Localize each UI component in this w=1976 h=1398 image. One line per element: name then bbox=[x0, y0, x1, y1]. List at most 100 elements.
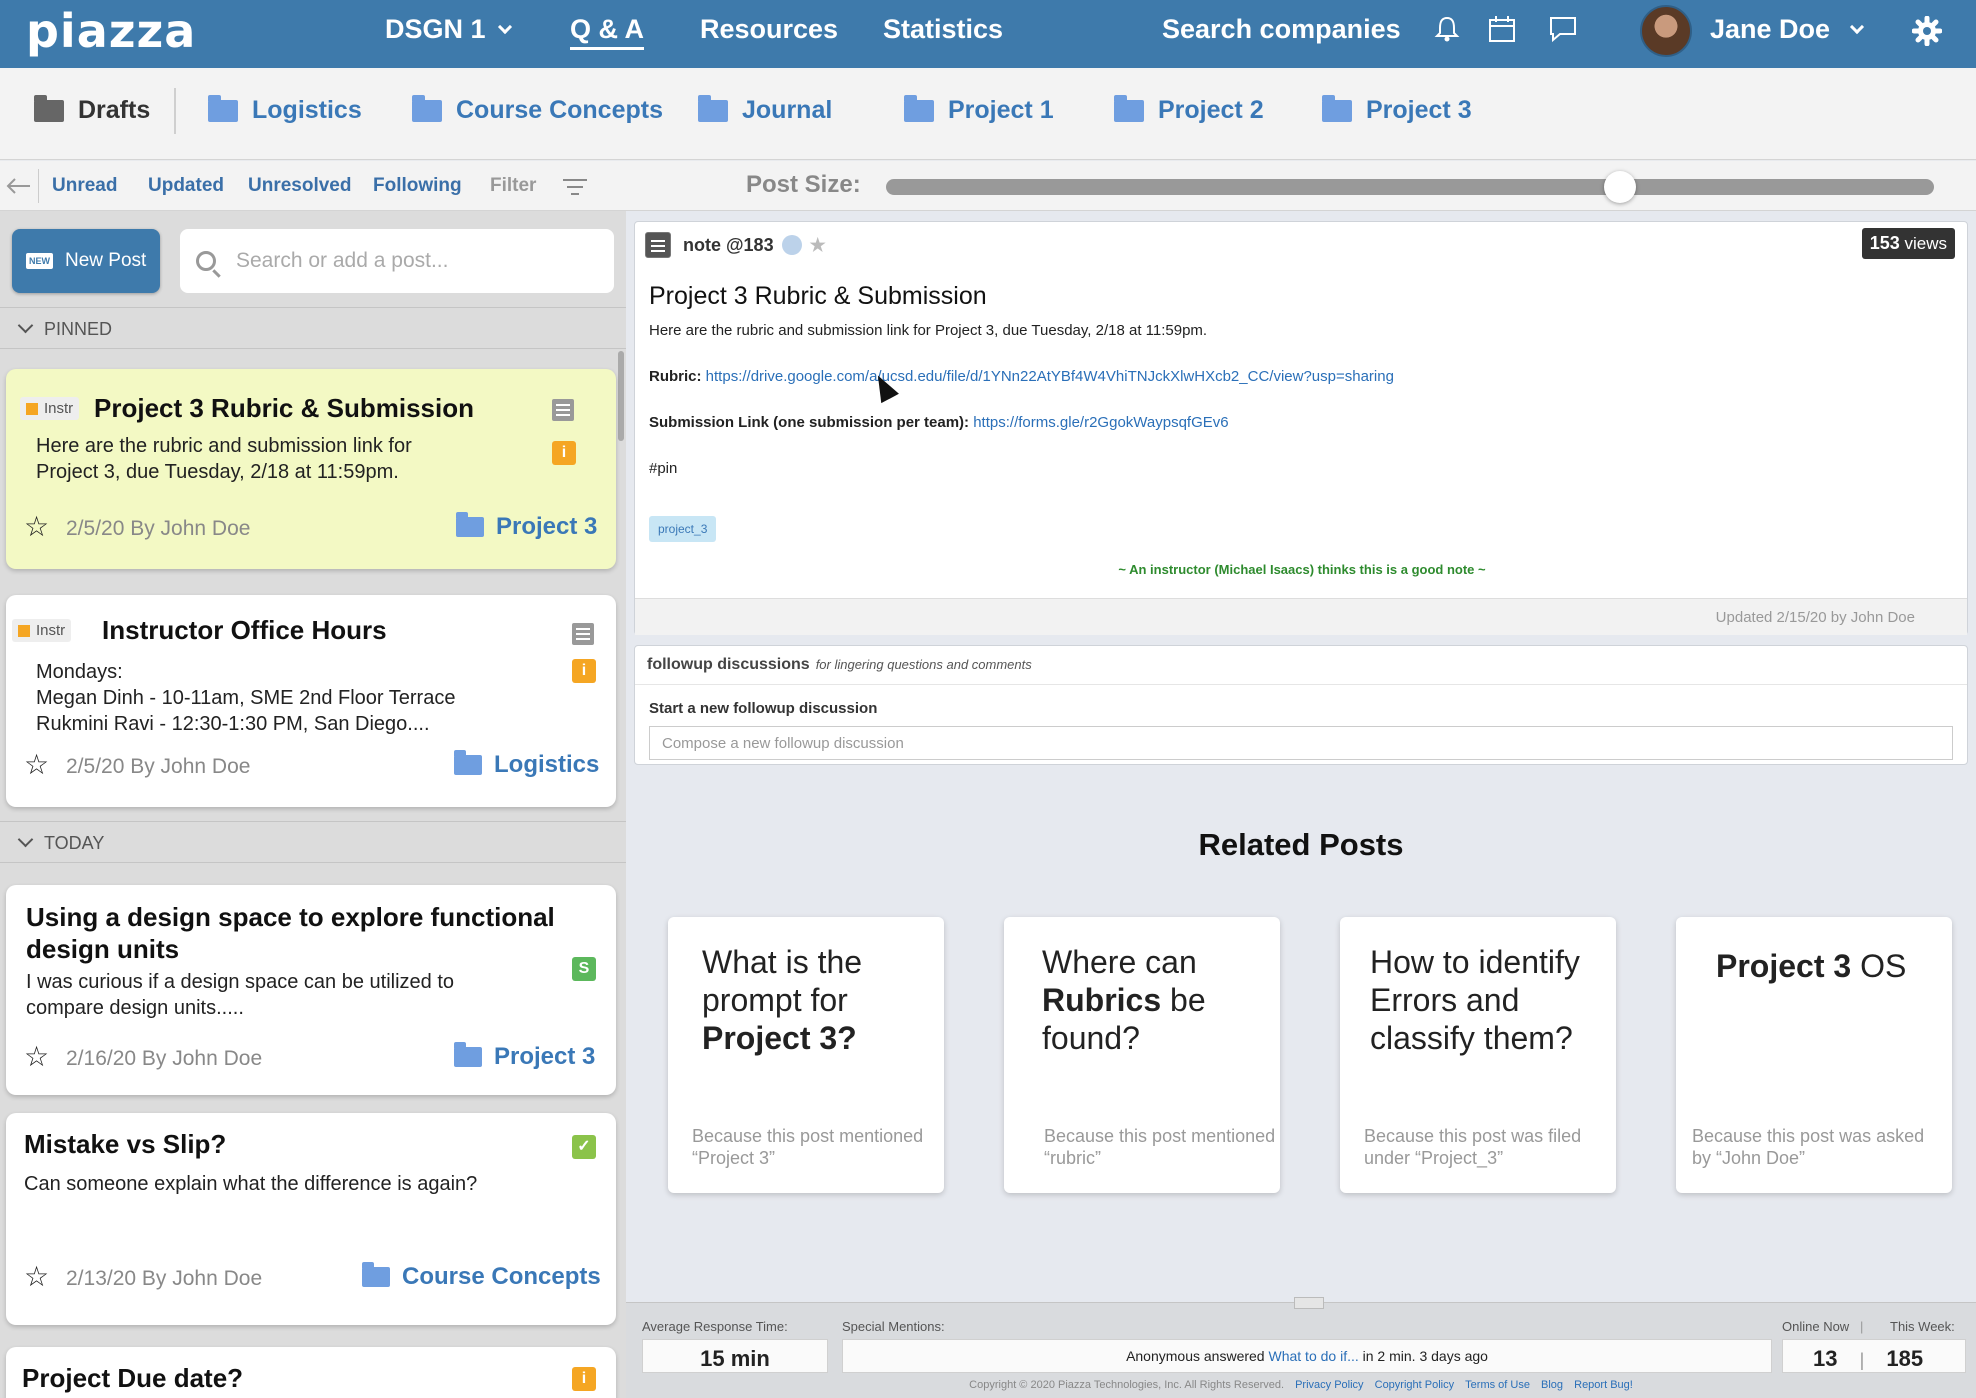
followup-title: followup discussions bbox=[647, 656, 810, 673]
instructor-badge: Instr bbox=[12, 619, 72, 642]
filter-following[interactable]: Following bbox=[373, 175, 462, 197]
folder-tag[interactable]: Logistics bbox=[454, 750, 599, 779]
course-selector[interactable]: DSGN 1 bbox=[385, 14, 512, 45]
q-bold: Rubrics bbox=[1042, 982, 1162, 1018]
q-bold: Project 3 bbox=[1716, 948, 1852, 984]
post-title: Mistake vs Slip? bbox=[24, 1129, 227, 1159]
filter-icon[interactable] bbox=[562, 177, 588, 197]
search-icon bbox=[196, 251, 216, 271]
slider-handle[interactable] bbox=[1603, 171, 1636, 203]
folder-project-3[interactable]: Project 3 bbox=[1322, 94, 1472, 125]
snippet-line: Here are the rubric and submission link … bbox=[36, 435, 412, 457]
section-pinned[interactable]: PINNED bbox=[0, 307, 626, 349]
calendar-icon[interactable] bbox=[1487, 14, 1517, 44]
related-post-card[interactable]: What is the prompt for Project 3? Becaus… bbox=[668, 917, 944, 1193]
online-stats: 13 | 185 bbox=[1782, 1339, 1966, 1373]
folder-icon bbox=[1114, 94, 1144, 122]
folder-tag[interactable]: Course Concepts bbox=[362, 1262, 601, 1291]
folder-journal[interactable]: Journal bbox=[698, 94, 833, 125]
submission-line: Submission Link (one submission per team… bbox=[649, 414, 1229, 431]
search-input[interactable]: Search or add a post... bbox=[180, 229, 614, 293]
post-snippet: Can someone explain what the difference … bbox=[24, 1173, 478, 1195]
post-card[interactable]: Using a design space to explore function… bbox=[6, 885, 616, 1095]
avatar[interactable] bbox=[1640, 5, 1692, 57]
nav-statistics[interactable]: Statistics bbox=[883, 14, 1003, 45]
note-header: note @183 ★ bbox=[645, 232, 826, 258]
related-post-card[interactable]: How to identify Errors and classify them… bbox=[1340, 917, 1616, 1193]
folder-label: Logistics bbox=[252, 96, 362, 124]
rubric-link[interactable]: https://drive.google.com/a/ucsd.edu/file… bbox=[706, 368, 1394, 385]
star-icon[interactable]: ★ bbox=[810, 235, 826, 256]
star-icon[interactable]: ☆ bbox=[24, 751, 49, 779]
submission-link[interactable]: https://forms.gle/r2GgokWaypsqfGEv6 bbox=[973, 414, 1228, 431]
avg-response-label: Average Response Time: bbox=[642, 1319, 788, 1334]
folder-drafts[interactable]: Drafts bbox=[34, 94, 150, 125]
bell-icon[interactable] bbox=[1432, 14, 1462, 44]
folder-course-concepts[interactable]: Course Concepts bbox=[412, 94, 663, 125]
report-bug-link[interactable]: Report Bug! bbox=[1574, 1379, 1633, 1391]
privacy-policy-link[interactable]: Privacy Policy bbox=[1295, 1379, 1363, 1391]
folder-logistics[interactable]: Logistics bbox=[208, 94, 362, 125]
note-intro: Here are the rubric and submission link … bbox=[649, 322, 1208, 339]
related-post-card[interactable]: Project 3 OS Because this post was asked… bbox=[1676, 917, 1952, 1193]
gear-icon[interactable] bbox=[1912, 16, 1942, 46]
folder-project-2[interactable]: Project 2 bbox=[1114, 94, 1264, 125]
mention-link[interactable]: What to do if... bbox=[1268, 1348, 1358, 1364]
copyright-policy-link[interactable]: Copyright Policy bbox=[1375, 1379, 1454, 1391]
note-box: note @183 ★ 153 views Project 3 Rubric &… bbox=[634, 221, 1968, 635]
this-week-label: This Week: bbox=[1890, 1319, 1955, 1334]
tag-chip[interactable]: project_3 bbox=[649, 516, 717, 542]
folder-label: Course Concepts bbox=[402, 1263, 601, 1290]
related-posts-title: Related Posts bbox=[1198, 827, 1404, 862]
post-title: Project 3 Rubric & Submission bbox=[94, 393, 474, 423]
star-icon[interactable]: ☆ bbox=[24, 1263, 49, 1291]
post-card[interactable]: Instr Instructor Office Hours i Mondays:… bbox=[6, 595, 616, 807]
mention-text: in 2 min. 3 days ago bbox=[1362, 1348, 1488, 1364]
star-icon[interactable]: ☆ bbox=[24, 1043, 49, 1071]
star-icon[interactable]: ☆ bbox=[24, 513, 49, 541]
piazza-logo[interactable]: piazza bbox=[26, 4, 196, 58]
new-post-button[interactable]: NEW New Post bbox=[12, 229, 160, 293]
folder-icon bbox=[698, 94, 728, 122]
rubric-label: Rubric: bbox=[649, 368, 702, 385]
section-today[interactable]: TODAY bbox=[0, 821, 626, 863]
filter-unread[interactable]: Unread bbox=[52, 175, 117, 197]
post-size-slider[interactable] bbox=[886, 171, 1934, 203]
note-label: note @183 bbox=[683, 234, 774, 255]
folder-icon bbox=[208, 94, 238, 122]
folder-tag[interactable]: Project 3 bbox=[454, 1042, 596, 1071]
watch-icon[interactable] bbox=[781, 235, 802, 255]
user-menu[interactable]: Jane Doe bbox=[1710, 14, 1865, 45]
folder-tag[interactable]: Project 3 bbox=[456, 512, 597, 541]
scrollbar[interactable] bbox=[618, 351, 624, 441]
q-bold: Project 3? bbox=[702, 1020, 857, 1056]
related-reason: Because this post mentioned “Project 3” bbox=[692, 1126, 924, 1168]
post-feed: NEW New Post Search or add a post... PINN… bbox=[0, 211, 626, 1398]
followup-input[interactable]: Compose a new followup discussion bbox=[649, 726, 1953, 760]
collapse-arrow-icon[interactable] bbox=[6, 175, 32, 197]
post-card[interactable]: Project Due date? i bbox=[6, 1347, 616, 1398]
post-snippet: Here are the rubric and submission link … bbox=[36, 433, 412, 485]
folder-label: Project 3 bbox=[494, 1043, 596, 1070]
special-mention: Anonymous answered What to do if... in 2… bbox=[842, 1339, 1772, 1373]
terms-link[interactable]: Terms of Use bbox=[1465, 1379, 1530, 1391]
new-post-label: New Post bbox=[65, 250, 147, 271]
special-mentions-label: Special Mentions: bbox=[842, 1319, 945, 1334]
post-card[interactable]: Instr Project 3 Rubric & Submission i He… bbox=[6, 369, 616, 569]
stats-footer: Average Response Time: 15 min Special Me… bbox=[626, 1297, 1976, 1398]
related-post-card[interactable]: Where can Rubrics be found? Because this… bbox=[1004, 917, 1280, 1193]
nav-qa[interactable]: Q & A bbox=[570, 14, 644, 50]
post-card[interactable]: Mistake vs Slip? ✓ Can someone explain w… bbox=[6, 1113, 616, 1325]
filter-updated[interactable]: Updated bbox=[148, 175, 224, 197]
folder-project-1[interactable]: Project 1 bbox=[904, 94, 1054, 125]
search-companies-link[interactable]: Search companies bbox=[1162, 14, 1401, 45]
collapse-toggle[interactable] bbox=[1294, 1297, 1324, 1309]
blog-link[interactable]: Blog bbox=[1541, 1379, 1563, 1391]
chat-icon[interactable] bbox=[1548, 14, 1578, 44]
folder-label: Journal bbox=[742, 96, 833, 124]
filter-unresolved[interactable]: Unresolved bbox=[248, 175, 351, 197]
post-meta: 2/13/20 By John Doe bbox=[66, 1267, 263, 1290]
nav-resources[interactable]: Resources bbox=[700, 14, 838, 45]
related-question: Where can Rubrics be found? bbox=[1042, 943, 1272, 1057]
filter-label[interactable]: Filter bbox=[490, 175, 536, 197]
